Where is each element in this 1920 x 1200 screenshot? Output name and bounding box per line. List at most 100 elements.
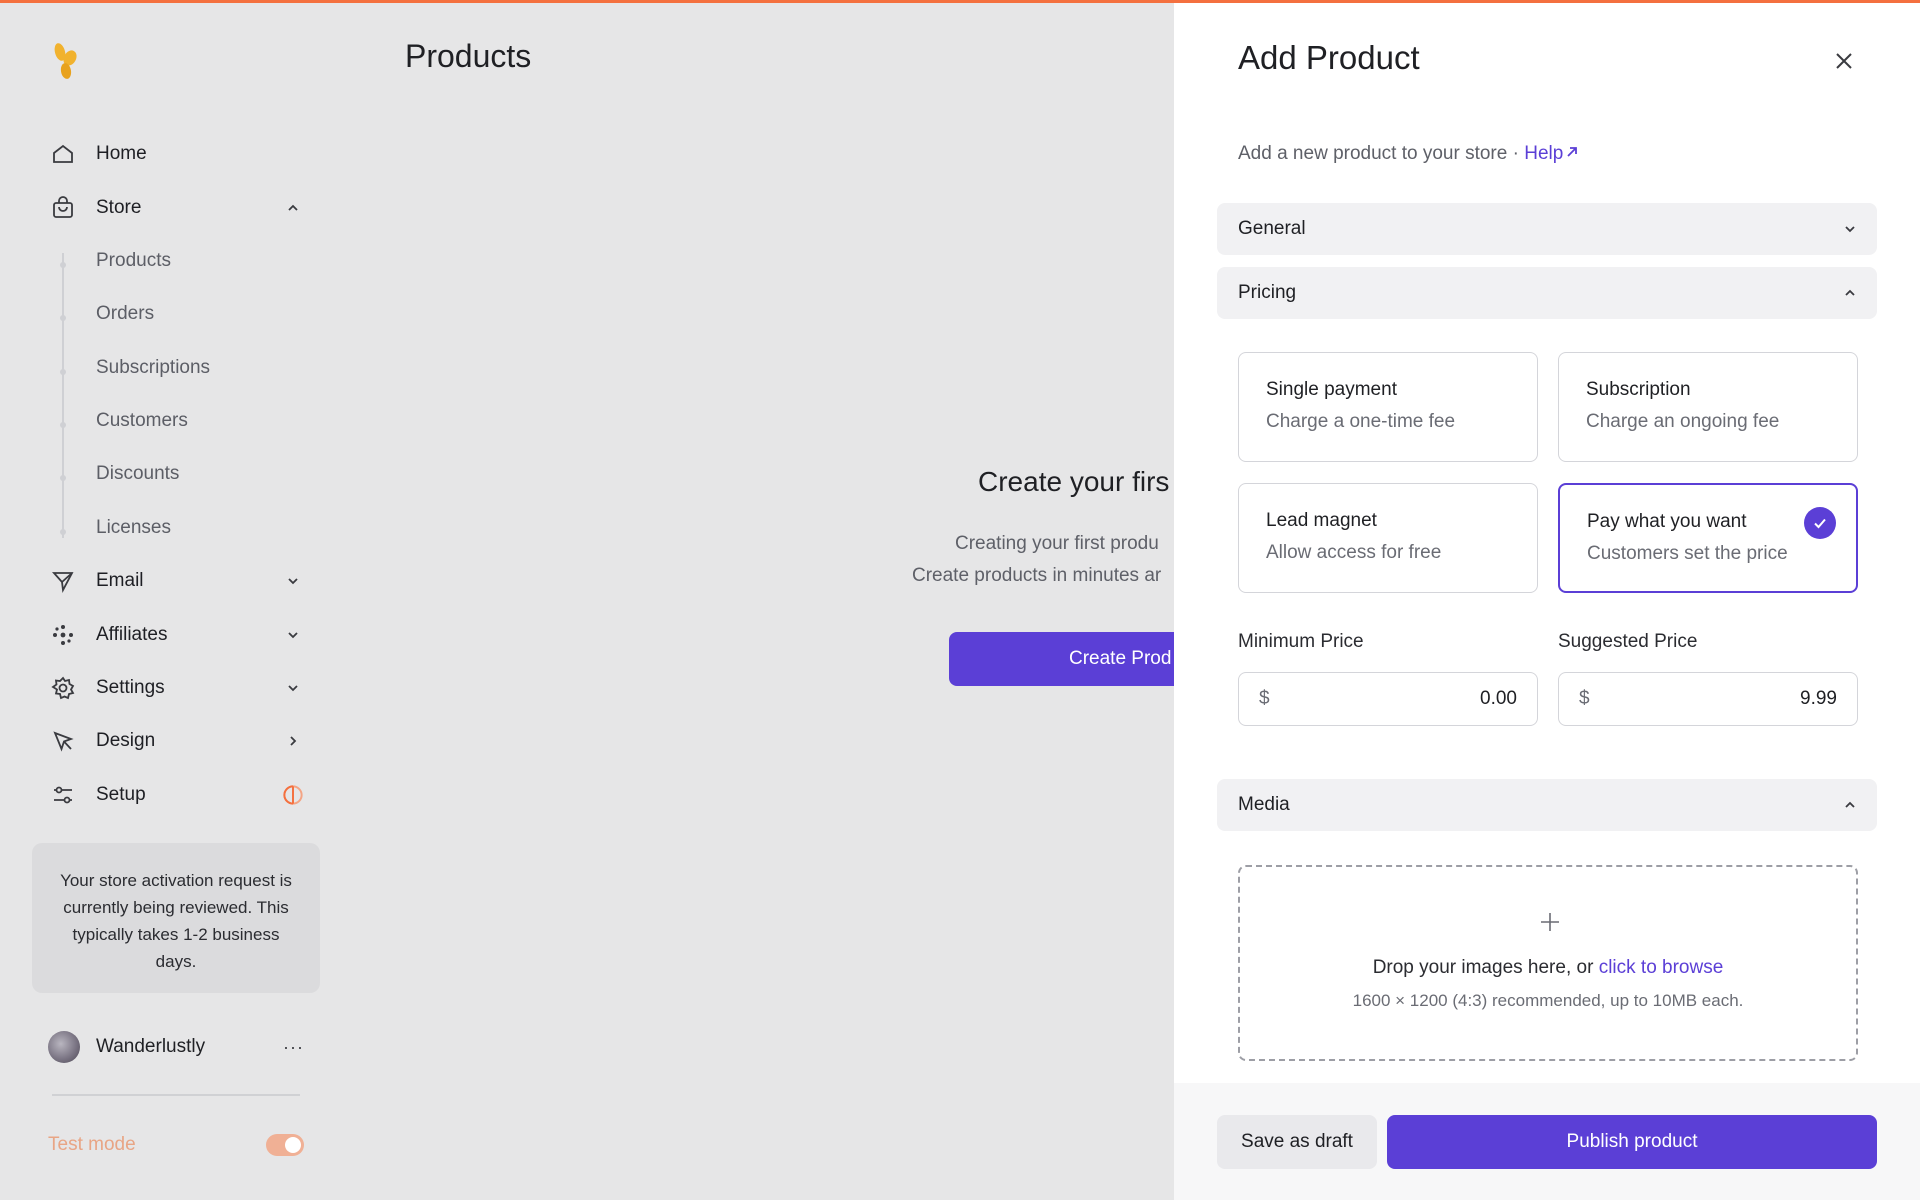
sliders-icon xyxy=(48,780,78,810)
close-button[interactable] xyxy=(1828,45,1860,77)
nav-email[interactable]: Email xyxy=(48,561,304,601)
suggested-price-label: Suggested Price xyxy=(1558,631,1698,652)
section-general[interactable]: General xyxy=(1217,203,1877,255)
chevron-up-icon[interactable] xyxy=(282,197,304,219)
subnav-subscriptions[interactable]: Subscriptions xyxy=(96,350,210,386)
option-description: Charge an ongoing fee xyxy=(1586,411,1780,432)
more-options-icon[interactable]: ··· xyxy=(283,1037,304,1058)
user-name: Wanderlustly xyxy=(96,1036,206,1057)
subnav-customers[interactable]: Customers xyxy=(96,403,188,439)
subnav-discounts[interactable]: Discounts xyxy=(96,456,179,492)
nav-setup[interactable]: Setup xyxy=(48,775,304,815)
home-icon xyxy=(48,139,78,169)
option-title: Subscription xyxy=(1586,379,1691,400)
option-subscription[interactable]: Subscription Charge an ongoing fee xyxy=(1558,352,1858,462)
chevron-down-icon[interactable] xyxy=(282,570,304,592)
browse-link[interactable]: click to browse xyxy=(1599,957,1724,978)
subnav-products[interactable]: Products xyxy=(96,243,171,279)
minimum-price-value: 0.00 xyxy=(1480,688,1517,709)
drawer-title: Add Product xyxy=(1238,39,1420,76)
page-title: Products xyxy=(405,38,532,74)
chevron-right-icon[interactable] xyxy=(282,730,304,752)
external-link-icon xyxy=(1567,147,1578,157)
section-label: General xyxy=(1238,218,1306,239)
option-description: Customers set the price xyxy=(1587,543,1788,564)
option-lead-magnet[interactable]: Lead magnet Allow access for free xyxy=(1238,483,1538,593)
help-link[interactable]: Help xyxy=(1524,143,1579,164)
close-icon xyxy=(1836,53,1852,69)
section-pricing[interactable]: Pricing xyxy=(1217,267,1877,319)
nav-home[interactable]: Home xyxy=(48,134,304,174)
nav-label: Store xyxy=(96,197,142,218)
nav-label: Settings xyxy=(96,677,165,698)
nav-settings[interactable]: Settings xyxy=(48,668,304,708)
test-mode-row: Test mode xyxy=(48,1127,304,1163)
network-icon xyxy=(48,620,78,650)
nav-design[interactable]: Design xyxy=(48,721,304,761)
chevron-down-icon xyxy=(1845,226,1855,233)
avatar xyxy=(48,1031,80,1063)
publish-product-button[interactable]: Publish product xyxy=(1387,1115,1877,1169)
save-draft-button[interactable]: Save as draft xyxy=(1217,1115,1377,1169)
create-product-button[interactable]: Create Prod xyxy=(949,632,1209,686)
chevron-down-icon[interactable] xyxy=(282,624,304,646)
help-link-label: Help xyxy=(1524,143,1564,164)
chevron-up-icon xyxy=(1845,289,1855,296)
drawer-subtitle: Add a new product to your store · Help xyxy=(1238,143,1579,165)
sidebar-divider xyxy=(52,1094,300,1096)
dropzone-instruction: Drop your images here, or xyxy=(1372,957,1599,978)
currency-symbol: $ xyxy=(1259,688,1270,709)
activation-notice: Your store activation request is current… xyxy=(32,843,320,993)
user-menu[interactable]: Wanderlustly ··· xyxy=(48,1027,304,1067)
add-product-drawer: Add Product Add a new product to your st… xyxy=(1174,3,1920,1200)
subnav-orders[interactable]: Orders xyxy=(96,296,154,332)
store-subnav-line xyxy=(62,253,64,538)
gear-icon xyxy=(48,673,78,703)
subnav-dot xyxy=(60,529,66,535)
suggested-price-input[interactable]: $ 9.99 xyxy=(1558,672,1858,726)
checkmark-icon xyxy=(1804,507,1836,539)
minimum-price-label: Minimum Price xyxy=(1238,631,1364,652)
nav-affiliates[interactable]: Affiliates xyxy=(48,615,304,655)
subnav-licenses[interactable]: Licenses xyxy=(96,510,171,546)
currency-symbol: $ xyxy=(1579,688,1590,709)
nav-label: Design xyxy=(96,730,156,751)
option-single-payment[interactable]: Single payment Charge a one-time fee xyxy=(1238,352,1538,462)
nav-label: Affiliates xyxy=(96,624,168,645)
chevron-down-icon[interactable] xyxy=(282,677,304,699)
empty-state-title: Create your firs xyxy=(978,466,1170,497)
nav-label: Home xyxy=(96,143,147,164)
drawer-footer: Save as draft Publish product xyxy=(1174,1083,1920,1200)
option-description: Charge a one-time fee xyxy=(1266,411,1456,432)
subnav-dot xyxy=(60,262,66,268)
media-dropzone[interactable]: Drop your images here, or click to brows… xyxy=(1238,865,1858,1061)
option-title: Single payment xyxy=(1266,379,1397,400)
subnav-dot xyxy=(60,475,66,481)
setup-progress-icon xyxy=(282,784,304,806)
empty-state-line-2: Create products in minutes ar xyxy=(912,565,1162,586)
nav-label: Setup xyxy=(96,784,146,805)
empty-state-line-1: Creating your first produ xyxy=(955,533,1159,554)
test-mode-toggle[interactable] xyxy=(266,1134,304,1156)
test-mode-label: Test mode xyxy=(48,1134,136,1155)
shopping-bag-icon xyxy=(48,193,78,223)
subnav-dot xyxy=(60,315,66,321)
top-accent-bar xyxy=(0,0,1920,3)
brand-logo-icon[interactable] xyxy=(50,41,84,81)
empty-state-text: Creating your first produ Create product… xyxy=(912,528,1161,592)
cursor-arrow-icon xyxy=(48,726,78,756)
chevron-up-icon xyxy=(1845,801,1855,808)
nav-store[interactable]: Store xyxy=(48,188,304,228)
sidebar: Home Store Products Orders Subscriptions… xyxy=(0,3,340,1200)
plus-icon xyxy=(1541,913,1559,931)
section-media[interactable]: Media xyxy=(1217,779,1877,831)
section-label: Media xyxy=(1238,794,1290,815)
drawer-subtitle-text: Add a new product to your store · xyxy=(1238,143,1525,164)
suggested-price-value: 9.99 xyxy=(1800,688,1837,709)
option-pay-what-you-want[interactable]: Pay what you want Customers set the pric… xyxy=(1558,483,1858,593)
nav-label: Email xyxy=(96,570,144,591)
section-label: Pricing xyxy=(1238,282,1297,303)
option-title: Lead magnet xyxy=(1266,510,1377,531)
option-description: Allow access for free xyxy=(1266,542,1442,563)
minimum-price-input[interactable]: $ 0.00 xyxy=(1238,672,1538,726)
